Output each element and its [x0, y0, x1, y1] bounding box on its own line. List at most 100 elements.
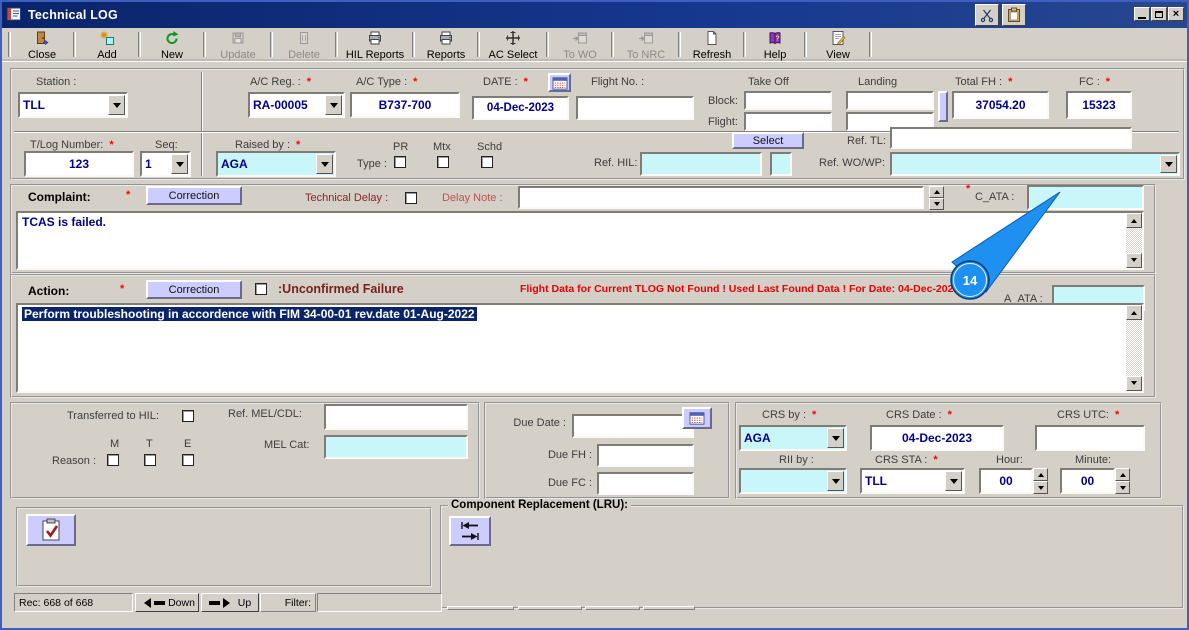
- type-mtx-checkbox[interactable]: [437, 156, 449, 168]
- type-schd-checkbox[interactable]: [481, 156, 493, 168]
- chevron-down-icon[interactable]: [827, 428, 844, 448]
- due-date-field[interactable]: [572, 414, 694, 438]
- seq-label: Seq:: [155, 139, 178, 151]
- record-up-button[interactable]: Up: [201, 593, 259, 612]
- component-replacement-button[interactable]: [449, 516, 491, 546]
- ref-wowp-select[interactable]: [890, 152, 1180, 176]
- due-date-calendar-button[interactable]: [682, 407, 712, 429]
- grid-header-strip: [447, 606, 514, 610]
- scroll-down-icon[interactable]: [1126, 376, 1142, 391]
- mel-cat-field[interactable]: [324, 435, 468, 459]
- flight-no-field[interactable]: [576, 96, 694, 120]
- crs-sta-select[interactable]: TLL: [860, 468, 965, 494]
- spinner-up-icon[interactable]: [1033, 468, 1048, 481]
- delay-note-field[interactable]: [518, 186, 924, 209]
- reason-m-checkbox[interactable]: [107, 454, 119, 466]
- date-calendar-button[interactable]: [548, 73, 571, 92]
- reason-t-checkbox[interactable]: [144, 454, 156, 466]
- restore-button[interactable]: [1151, 7, 1167, 21]
- action-correction-button[interactable]: Correction: [146, 280, 242, 299]
- transferred-to-hil-checkbox[interactable]: [182, 410, 194, 422]
- reason-e-label: E: [184, 438, 192, 450]
- seq-select[interactable]: 1: [140, 151, 191, 177]
- action-scrollbar[interactable]: [1126, 305, 1142, 391]
- ref-mel-cdl-field[interactable]: [324, 404, 468, 430]
- ac-reg-select[interactable]: RA-00005: [248, 92, 345, 118]
- select-button[interactable]: Select: [732, 132, 804, 149]
- chevron-down-icon[interactable]: [1160, 155, 1177, 173]
- rii-by-select[interactable]: [739, 468, 847, 494]
- hour-field[interactable]: 00: [979, 468, 1033, 494]
- fh-fc-side-button[interactable]: [938, 91, 948, 122]
- toolbar-button-reports[interactable]: Reports: [417, 29, 475, 61]
- filter-label-cell: Filter:: [260, 593, 316, 612]
- c-ata-field[interactable]: [1027, 185, 1144, 210]
- complaint-correction-button[interactable]: Correction: [146, 186, 242, 205]
- crs-utc-field[interactable]: [1035, 425, 1145, 451]
- toolbar-button-hil-reports[interactable]: HIL Reports: [340, 29, 410, 61]
- chevron-down-icon[interactable]: [325, 95, 342, 115]
- scroll-down-icon[interactable]: [1126, 253, 1142, 268]
- due-fc-field[interactable]: [597, 472, 694, 495]
- chevron-down-icon[interactable]: [827, 471, 844, 491]
- spinner-up-icon[interactable]: [929, 186, 944, 198]
- paste-button[interactable]: [1002, 4, 1026, 26]
- fc-field[interactable]: 15323: [1066, 91, 1132, 119]
- chevron-down-icon[interactable]: [108, 95, 125, 115]
- toolbar-button-refresh[interactable]: Refresh: [683, 29, 741, 61]
- minimize-button[interactable]: [1134, 7, 1150, 21]
- reason-e-checkbox[interactable]: [182, 454, 194, 466]
- due-fh-field[interactable]: [597, 444, 694, 467]
- tlog-number-field[interactable]: 123: [24, 151, 134, 177]
- help-book-icon: ?: [767, 30, 783, 49]
- type-pr-checkbox[interactable]: [394, 156, 406, 168]
- toolbar-button-add[interactable]: Add: [78, 29, 136, 61]
- minute-stepper[interactable]: [1115, 468, 1130, 494]
- spinner-down-icon[interactable]: [1033, 481, 1048, 494]
- toolbar-button-view[interactable]: View: [809, 29, 867, 61]
- complaint-scrollbar[interactable]: [1126, 213, 1142, 268]
- chevron-down-icon[interactable]: [945, 471, 962, 491]
- raised-by-select[interactable]: AGA: [216, 151, 336, 177]
- toolbar-separator: [611, 32, 614, 57]
- crs-date-field[interactable]: 04-Dec-2023: [870, 425, 1004, 451]
- chevron-down-icon[interactable]: [316, 154, 333, 174]
- station-select[interactable]: TLL: [18, 92, 128, 118]
- technical-delay-checkbox[interactable]: [405, 192, 417, 204]
- complaint-textarea[interactable]: TCAS is failed.: [16, 211, 1144, 270]
- ref-tl-field[interactable]: [890, 127, 1132, 149]
- date-field[interactable]: 04-Dec-2023: [472, 96, 569, 120]
- spinner-up-icon[interactable]: [1115, 468, 1130, 481]
- scroll-up-icon[interactable]: [1126, 213, 1142, 228]
- unconfirmed-failure-checkbox[interactable]: [255, 283, 267, 295]
- block-landing-field[interactable]: [846, 91, 934, 110]
- hour-stepper[interactable]: [1033, 468, 1048, 494]
- titlebar[interactable]: Technical LOG ×: [2, 2, 1187, 28]
- toolbar-button-new[interactable]: New: [143, 29, 201, 61]
- flight-takeoff-field[interactable]: [744, 112, 832, 131]
- cut-button[interactable]: [975, 4, 999, 26]
- spinner-down-icon[interactable]: [929, 198, 944, 210]
- ref-hil-field[interactable]: [640, 152, 762, 176]
- scroll-up-icon[interactable]: [1126, 305, 1142, 320]
- toolbar-button-close[interactable]: Close: [13, 29, 71, 61]
- minute-field[interactable]: 00: [1060, 468, 1115, 494]
- action-textarea[interactable]: Perform troubleshooting in accordence wi…: [16, 303, 1144, 393]
- chevron-down-icon[interactable]: [171, 154, 188, 174]
- toolbar-button-help[interactable]: ? Help: [748, 29, 802, 61]
- spinner-down-icon[interactable]: [1115, 481, 1130, 494]
- toolbar-button-ac-select[interactable]: AC Select: [482, 29, 544, 61]
- filter-input[interactable]: [317, 593, 442, 612]
- block-takeoff-field[interactable]: [744, 91, 832, 110]
- ref-mel-cdl-label: Ref. MEL/CDL:: [228, 408, 302, 420]
- close-window-button[interactable]: ×: [1168, 7, 1184, 21]
- ref-hil-aux-field[interactable]: [770, 152, 792, 176]
- toolbar-button-label: Add: [97, 48, 117, 61]
- crs-by-select[interactable]: AGA: [739, 425, 847, 451]
- ac-type-field[interactable]: B737-700: [350, 92, 460, 118]
- ac-reg-label: A/C Reg. : *: [250, 76, 312, 88]
- checklist-button[interactable]: [26, 514, 76, 546]
- total-fh-field[interactable]: 37054.20: [952, 91, 1049, 119]
- record-down-button[interactable]: Down: [135, 593, 199, 612]
- complaint-spinner[interactable]: [929, 186, 944, 210]
